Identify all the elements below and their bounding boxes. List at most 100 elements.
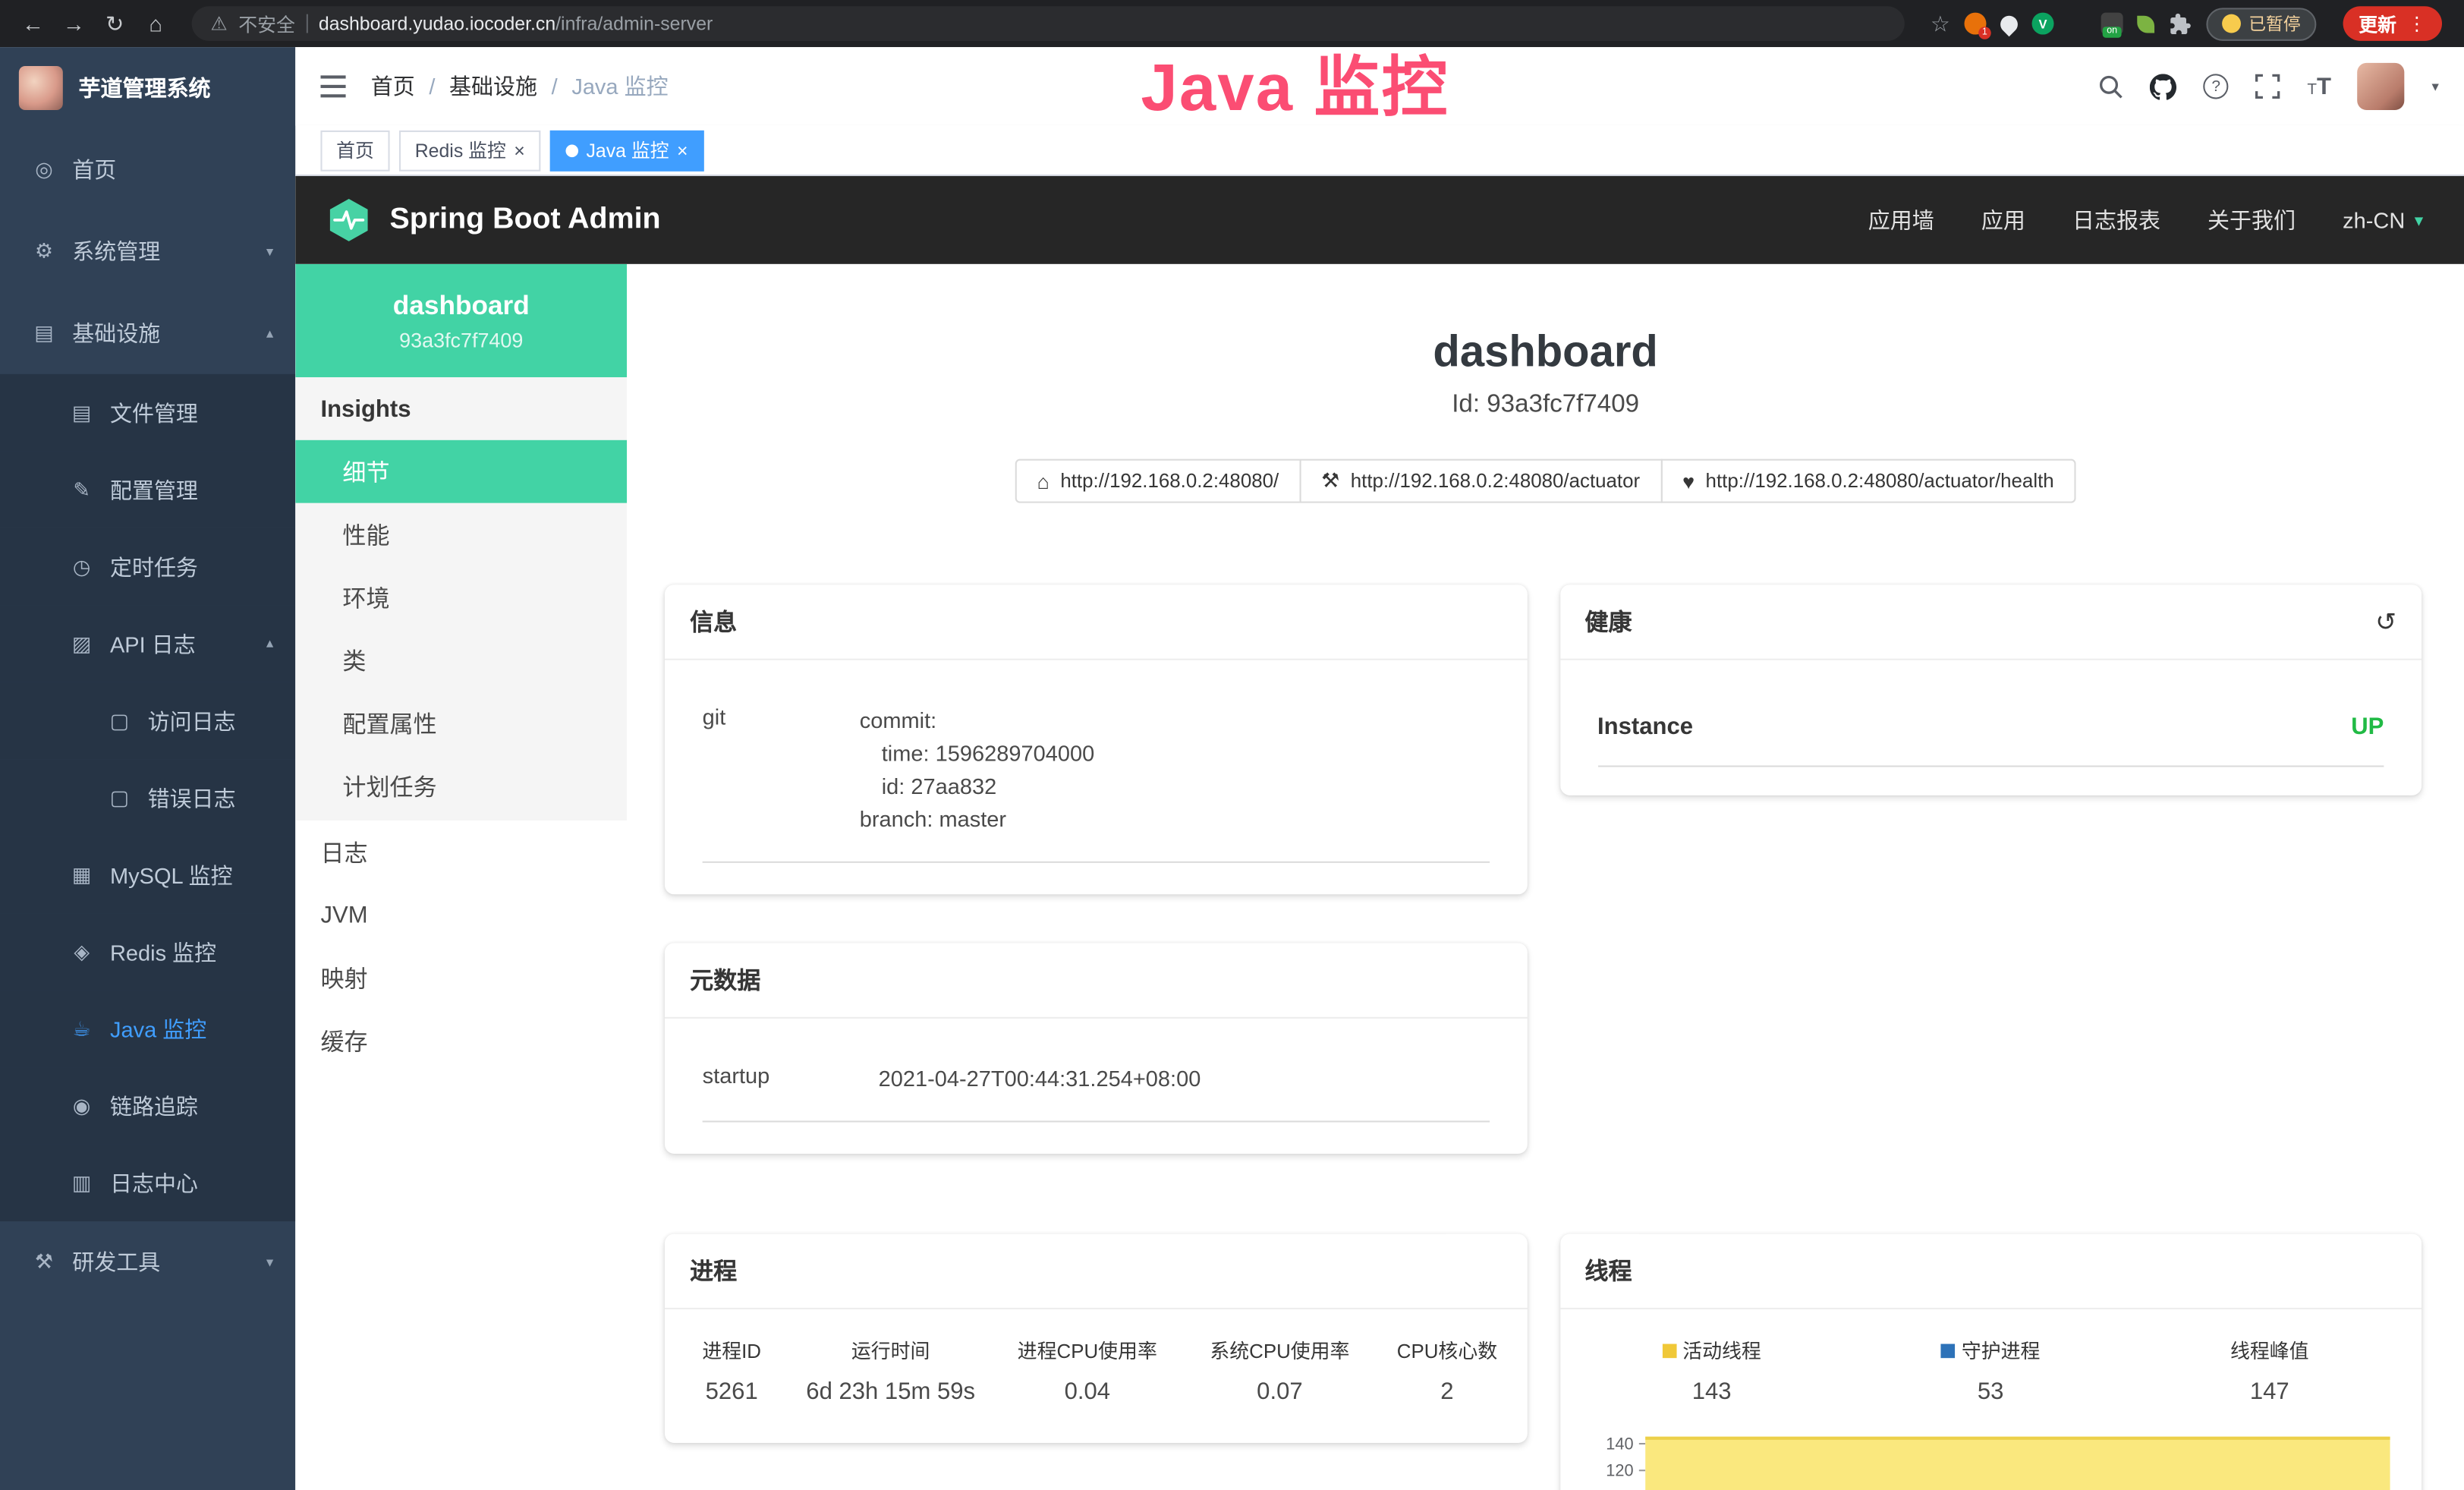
forward-button[interactable]: → bbox=[57, 0, 92, 47]
breadcrumb-infrastructure[interactable]: 基础设施 bbox=[449, 71, 537, 102]
sba-nav-wallboard[interactable]: 应用墙 bbox=[1868, 204, 1934, 235]
sidebar-item-mysql-monitor[interactable]: ▦ MySQL 监控 bbox=[0, 836, 295, 913]
hamburger-icon[interactable] bbox=[320, 74, 348, 99]
access-log-icon: ▢ bbox=[107, 708, 132, 733]
sidebar-item-home[interactable]: ◎ 首页 bbox=[0, 129, 295, 211]
heart-icon: ♥ bbox=[1682, 469, 1695, 493]
profile-paused-badge[interactable]: 已暂停 bbox=[2206, 7, 2316, 39]
tab-redis-monitor[interactable]: Redis 监控 × bbox=[399, 130, 540, 171]
back-button[interactable]: ← bbox=[16, 0, 51, 47]
avatar-caret-icon[interactable]: ▾ bbox=[2431, 78, 2438, 96]
sidebar-item-api-logs[interactable]: ▨ API 日志 ▴ bbox=[0, 605, 295, 682]
sba-item-config-props[interactable]: 配置属性 bbox=[295, 691, 627, 754]
tab-java-monitor[interactable]: Java 监控 × bbox=[550, 130, 703, 171]
active-threads-value: 143 bbox=[1572, 1378, 1852, 1405]
app-logo bbox=[19, 66, 63, 110]
sba-item-caches[interactable]: 缓存 bbox=[295, 1009, 627, 1072]
info-card-title: 信息 bbox=[665, 584, 1527, 660]
sba-item-jvm[interactable]: JVM bbox=[295, 884, 627, 947]
threads-card: 线程 活动线程 守护进程 线程峰值 143 53 147 bbox=[1559, 1234, 2422, 1490]
url-bar[interactable]: ⚠ 不安全 dashboard.yudao.iocoder.cn/infra/a… bbox=[192, 6, 1905, 41]
history-icon[interactable]: ↺ bbox=[2375, 606, 2396, 637]
sidebar-item-scheduled-jobs[interactable]: ◷ 定时任务 bbox=[0, 528, 295, 605]
sidebar: 芋道管理系统 ◎ 首页 ⚙ 系统管理 ▾ ▤ 基础设施 ▴ ▤ 文件管理 ✎ bbox=[0, 47, 295, 1490]
actuator-url-link[interactable]: ⚒ http://192.168.0.2:48080/actuator bbox=[1299, 459, 1662, 503]
log-center-icon: ▥ bbox=[69, 1170, 94, 1195]
kebab-menu-icon[interactable]: ⋮ bbox=[2407, 13, 2426, 35]
tab-home[interactable]: 首页 bbox=[320, 130, 389, 171]
sba-app-header[interactable]: dashboard 93a3fc7f7409 bbox=[295, 264, 627, 377]
chrome-update-button[interactable]: 更新 ⋮ bbox=[2343, 6, 2442, 41]
health-card-title: 健康 bbox=[1584, 605, 1632, 638]
url-text: dashboard.yudao.iocoder.cn/infra/admin-s… bbox=[319, 13, 713, 35]
service-url-link[interactable]: ⌂ http://192.168.0.2:48080/ bbox=[1015, 459, 1301, 503]
sba-item-classes[interactable]: 类 bbox=[295, 628, 627, 691]
sba-item-details[interactable]: 细节 bbox=[295, 440, 627, 503]
avatar[interactable] bbox=[2358, 63, 2405, 110]
sba-brand-title[interactable]: Spring Boot Admin bbox=[390, 203, 661, 238]
sba-item-logs[interactable]: 日志 bbox=[295, 821, 627, 884]
process-card-title: 进程 bbox=[665, 1234, 1527, 1309]
extension-icon-1[interactable]: 1 bbox=[1964, 13, 1986, 35]
sidebar-item-redis-monitor[interactable]: ◈ Redis 监控 bbox=[0, 913, 295, 990]
extension-icon-6[interactable] bbox=[2137, 15, 2154, 33]
sba-item-mappings[interactable]: 映射 bbox=[295, 947, 627, 1010]
sidebar-item-system-management[interactable]: ⚙ 系统管理 ▾ bbox=[0, 210, 295, 292]
database-icon: ▦ bbox=[69, 862, 94, 887]
bookmark-star-icon[interactable]: ☆ bbox=[1931, 10, 1950, 36]
home-button[interactable]: ⌂ bbox=[138, 0, 173, 47]
sba-nav-about[interactable]: 关于我们 bbox=[2208, 204, 2296, 235]
sidebar-item-file-management[interactable]: ▤ 文件管理 bbox=[0, 374, 295, 451]
threads-chart: 140 120 100 bbox=[1572, 1421, 2390, 1490]
health-url-link[interactable]: ♥ http://192.168.0.2:48080/actuator/heal… bbox=[1660, 459, 2076, 503]
sidebar-item-java-monitor[interactable]: ☕ Java 监控 bbox=[0, 991, 295, 1067]
log-icon: ▨ bbox=[69, 631, 94, 656]
tabs-bar: 首页 Redis 监控 × Java 监控 × bbox=[295, 126, 2464, 176]
security-warning-icon[interactable]: ⚠ bbox=[210, 13, 227, 35]
sidebar-item-error-logs[interactable]: ▢ 错误日志 bbox=[0, 759, 295, 836]
close-icon[interactable]: × bbox=[677, 140, 688, 159]
sidebar-item-infrastructure[interactable]: ▤ 基础设施 ▴ bbox=[0, 292, 295, 374]
font-size-icon[interactable]: TT bbox=[2307, 73, 2331, 99]
sidebar-item-log-center[interactable]: ▥ 日志中心 bbox=[0, 1145, 295, 1221]
github-icon[interactable] bbox=[2150, 73, 2176, 99]
sidebar-item-access-logs[interactable]: ▢ 访问日志 bbox=[0, 682, 295, 759]
extension-icon-3[interactable]: V bbox=[2032, 13, 2054, 35]
breadcrumb-home[interactable]: 首页 bbox=[371, 71, 415, 102]
paused-label: 已暂停 bbox=[2248, 11, 2300, 36]
sba-item-environment[interactable]: 环境 bbox=[295, 565, 627, 628]
legend-active-threads: 活动线程 bbox=[1572, 1334, 1852, 1364]
sba-nav-applications[interactable]: 应用 bbox=[1981, 204, 2025, 235]
dashboard-icon: ◎ bbox=[31, 157, 56, 182]
sidebar-item-tracing[interactable]: ◉ 链路追踪 bbox=[0, 1067, 295, 1144]
top-navbar: 首页 / 基础设施 / Java 监控 ? bbox=[295, 47, 2464, 126]
app-logo-row[interactable]: 芋道管理系统 bbox=[0, 47, 295, 129]
search-icon[interactable] bbox=[2098, 74, 2123, 99]
extension-badge: 1 bbox=[1978, 27, 1991, 39]
extensions-puzzle-icon[interactable] bbox=[2169, 12, 2192, 36]
process-header: 系统CPU使用率 bbox=[1179, 1334, 1380, 1364]
sidebar-item-dev-tools[interactable]: ⚒ 研发工具 ▾ bbox=[0, 1221, 295, 1303]
health-instance-label: Instance bbox=[1597, 713, 1693, 740]
process-value: 6d 23h 15m 59s bbox=[786, 1378, 996, 1405]
spring-boot-admin-logo bbox=[327, 197, 371, 244]
sba-item-performance[interactable]: 性能 bbox=[295, 503, 627, 566]
instance-health-row[interactable]: Instance UP bbox=[1597, 673, 2384, 767]
sba-item-scheduled-tasks[interactable]: 计划任务 bbox=[295, 754, 627, 817]
help-icon[interactable]: ? bbox=[2204, 74, 2229, 99]
fullscreen-icon[interactable] bbox=[2255, 74, 2280, 99]
sba-nav-journal[interactable]: 日志报表 bbox=[2072, 204, 2160, 235]
sidebar-item-config-management[interactable]: ✎ 配置管理 bbox=[0, 451, 295, 528]
extension-icon-5[interactable]: on bbox=[2101, 13, 2123, 35]
sba-locale-select[interactable]: zh-CN ▾ bbox=[2343, 207, 2423, 232]
extension-icon-2[interactable] bbox=[2000, 15, 2018, 33]
chevron-down-icon: ▾ bbox=[2415, 209, 2423, 230]
daemon-threads-value: 53 bbox=[1851, 1378, 2130, 1405]
java-icon: ☕ bbox=[69, 1016, 94, 1041]
breadcrumb: 首页 / 基础设施 / Java 监控 bbox=[371, 71, 669, 102]
peak-threads-value: 147 bbox=[2130, 1378, 2409, 1405]
reload-button[interactable]: ↻ bbox=[97, 0, 132, 47]
extension-icon-4[interactable] bbox=[2068, 14, 2087, 33]
close-icon[interactable]: × bbox=[514, 140, 525, 159]
process-value: 2 bbox=[1380, 1378, 1514, 1405]
